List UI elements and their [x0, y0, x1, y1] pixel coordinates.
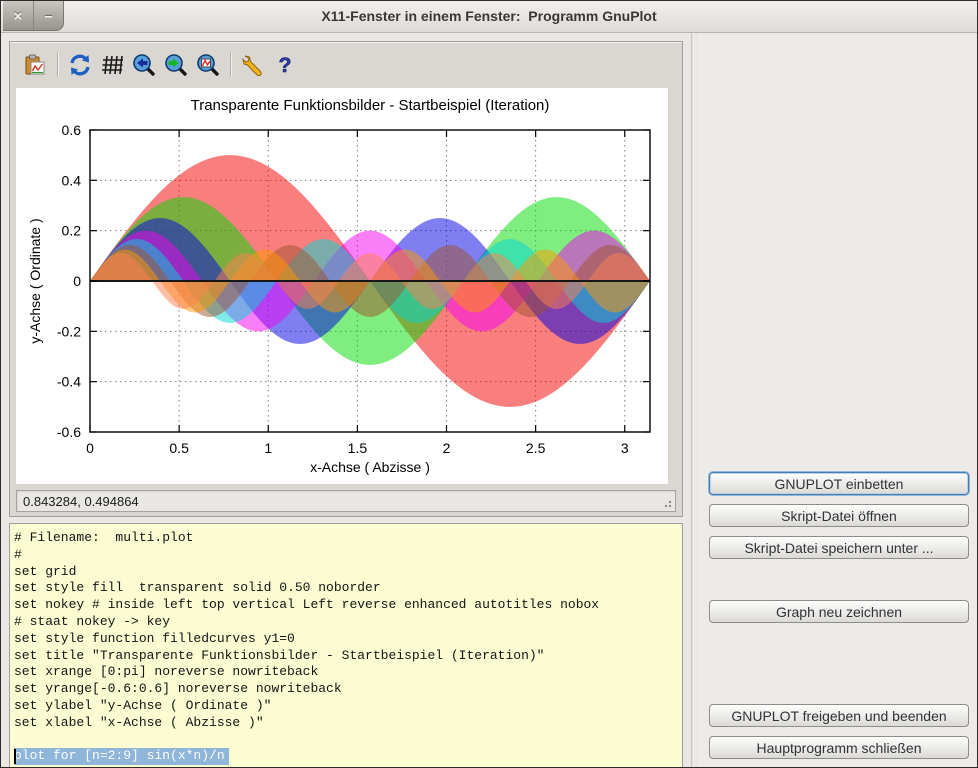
app-window: × – X11-Fenster in einem Fenster: Progra…	[0, 0, 978, 768]
toolbar-separator	[230, 53, 231, 77]
x-tick-label: 1.5	[348, 440, 368, 456]
plot-canvas[interactable]: 0 0.5 1 1.5 2 2.5 3 0.6 0.4 0.2 0 -0.2 -0.4 -0.6 Trans…	[16, 88, 668, 484]
script-line[interactable]: set title "Transparente Funktionsbilder …	[14, 648, 678, 665]
x-tick-label: 2	[443, 440, 451, 456]
toolbar-separator	[57, 53, 58, 77]
script-line[interactable]: set grid	[14, 564, 678, 581]
grid-toggle-icon[interactable]	[99, 52, 125, 78]
y-tick-label: 0	[73, 273, 81, 289]
copy-plot-to-clipboard-icon[interactable]	[22, 52, 48, 78]
close-main-program-button[interactable]: Hauptprogramm schließen	[709, 736, 969, 759]
y-tick-label: 0.4	[62, 172, 82, 188]
open-script-file-button[interactable]: Skript-Datei öffnen	[709, 504, 969, 527]
script-line[interactable]: set style function filledcurves y1=0	[14, 631, 678, 648]
settings-wrench-icon[interactable]	[240, 52, 266, 78]
embed-gnuplot-button[interactable]: GNUPLOT einbetten	[709, 472, 969, 495]
x-tick-label: 0	[86, 440, 94, 456]
script-line[interactable]: set nokey # inside left top vertical Lef…	[14, 597, 678, 614]
x-tick-label: 1	[264, 440, 272, 456]
x-tick-label: 2.5	[526, 440, 546, 456]
script-line[interactable]	[14, 732, 678, 749]
script-line[interactable]: set ylabel "y-Achse ( Ordinate )"	[14, 698, 678, 715]
zoom-previous-icon[interactable]	[131, 52, 157, 78]
chart-title: Transparente Funktionsbilder - Startbeis…	[191, 97, 550, 114]
y-tick-label: -0.2	[57, 323, 81, 339]
script-line-selected[interactable]: plot for [n=2:9] sin(x*n)/n	[14, 748, 229, 765]
y-tick-label: -0.4	[57, 374, 81, 390]
y-tick-label: 0.6	[62, 122, 82, 138]
zoom-plot-icon[interactable]	[195, 52, 221, 78]
redraw-graph-button[interactable]: Graph neu zeichnen	[709, 600, 969, 623]
help-icon[interactable]: ?	[272, 52, 298, 78]
script-line[interactable]: set xlabel "x-Achse ( Abzisse )"	[14, 715, 678, 732]
x-axis-label: x-Achse ( Abzisse )	[310, 459, 430, 475]
y-axis-label: y-Achse ( Ordinate )	[27, 218, 43, 343]
y-tick-label: -0.6	[57, 424, 81, 440]
release-gnuplot-and-quit-button[interactable]: GNUPLOT freigeben und beenden	[709, 704, 969, 727]
script-line[interactable]: set xrange [0:pi] noreverse nowriteback	[14, 664, 678, 681]
gnuplot-panel: ? 0 0.5 1 1.5 2 2.5 3 0.6 0.4 0.2 0 -0.2 -0.4 -0.6 Tra…	[9, 41, 683, 517]
text-caret	[14, 749, 16, 764]
help-glyph: ?	[279, 54, 292, 77]
y-tick-label: 0.2	[62, 223, 82, 239]
zoom-next-icon[interactable]	[163, 52, 189, 78]
script-line[interactable]: # staat nokey -> key	[14, 614, 678, 631]
refresh-icon[interactable]	[67, 52, 93, 78]
left-column: ? 0 0.5 1 1.5 2 2.5 3 0.6 0.4 0.2 0 -0.2 -0.4 -0.6 Tra…	[1, 33, 691, 767]
window-titlebar: × – X11-Fenster in einem Fenster: Progra…	[1, 1, 977, 33]
right-column: GNUPLOT einbetten Skript-Datei öffnen Sk…	[697, 33, 977, 767]
script-line[interactable]: # Filename: multi.plot	[14, 530, 678, 547]
window-title: X11-Fenster in einem Fenster: Programm G…	[1, 8, 977, 24]
resize-grip-icon[interactable]	[663, 499, 672, 508]
save-script-file-as-button[interactable]: Skript-Datei speichern unter ...	[709, 536, 969, 559]
plot-statusbar: 0.843284, 0.494864	[16, 490, 676, 512]
gnuplot-chart: 0 0.5 1 1.5 2 2.5 3 0.6 0.4 0.2 0 -0.2 -0.4 -0.6 Trans…	[16, 88, 668, 484]
x-tick-label: 0.5	[169, 440, 189, 456]
script-line[interactable]: #	[14, 547, 678, 564]
script-editor[interactable]: # Filename: multi.plot#set gridset style…	[9, 523, 683, 768]
script-line[interactable]: set style fill transparent solid 0.50 no…	[14, 580, 678, 597]
x-tick-label: 3	[621, 440, 629, 456]
cursor-coordinates: 0.843284, 0.494864	[23, 494, 139, 509]
plot-toolbar: ?	[12, 44, 680, 86]
script-line[interactable]: set yrange[-0.6:0.6] noreverse nowriteba…	[14, 681, 678, 698]
